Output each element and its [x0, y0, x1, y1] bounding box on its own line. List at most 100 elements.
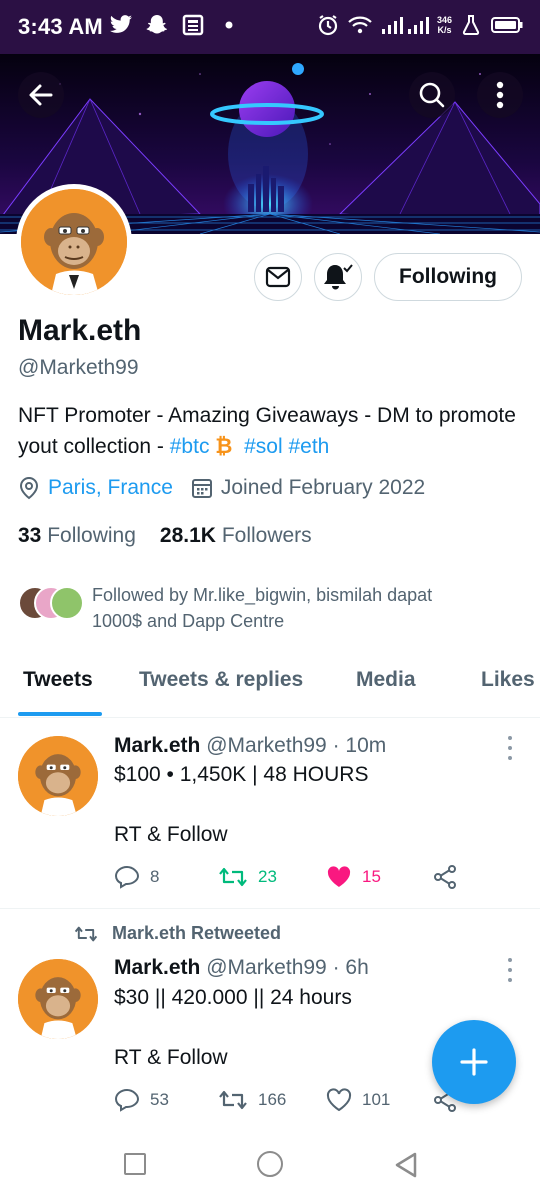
dot-icon [508, 978, 512, 982]
reply-icon [114, 1088, 140, 1112]
retweet-icon [74, 926, 98, 941]
tweet-text-line2: RT & Follow [114, 823, 228, 846]
profile-bio: NFT Promoter - Amazing Giveaways - DM to… [18, 400, 518, 462]
tweet[interactable]: Mark.eth @Marketh99 · 10m $100 • 1,450K … [0, 718, 540, 908]
reply-count: 8 [150, 867, 160, 886]
retweet-button[interactable]: 166 [218, 1089, 326, 1111]
followers-count: 28.1K [159, 524, 216, 547]
plus-icon [460, 1048, 488, 1076]
mail-icon [265, 266, 291, 288]
tab-tweets[interactable]: Tweets [23, 668, 93, 692]
profile-tabs: Tweets Tweets & replies Media Likes [0, 654, 540, 718]
ape-avatar-image [18, 736, 98, 816]
location-pin-icon [19, 476, 39, 500]
hashtag-eth[interactable]: #eth [288, 435, 329, 458]
tweet-more-button[interactable] [500, 958, 520, 982]
tweet-text-line2: RT & Follow [114, 1046, 228, 1069]
tab-media[interactable]: Media [356, 668, 416, 692]
compose-tweet-button[interactable] [432, 1020, 516, 1104]
recents-button[interactable] [124, 1153, 146, 1175]
followed-by-section[interactable]: Followed by Mr.like_bigwin, bismilah dap… [18, 582, 482, 634]
home-button[interactable] [257, 1151, 283, 1177]
signal-icon [379, 12, 431, 38]
tweet-author-handle[interactable]: @Marketh99 [206, 956, 327, 979]
status-time: 3:43 AM [18, 14, 103, 39]
retweet-icon [219, 867, 247, 887]
calendar-icon [191, 479, 212, 498]
profile-name: Mark.eth [18, 314, 142, 347]
speed-value: 346 [436, 15, 452, 25]
followed-by-avatars [18, 582, 86, 622]
dot-icon [508, 736, 512, 740]
reply-button[interactable]: 53 [114, 1088, 218, 1112]
joined-date: Joined February 2022 [220, 476, 426, 499]
follow-counts: 33 Following 28.1K Followers [18, 524, 312, 548]
like-button[interactable]: 101 [326, 1088, 432, 1112]
active-tab-indicator [18, 712, 102, 716]
share-icon [434, 865, 456, 889]
tweet-actions: 53 166 101 [114, 1087, 458, 1113]
retweet-button[interactable]: 23 [218, 866, 326, 888]
tweet-text-line1: $30 || 420.000 || 24 hours [114, 986, 352, 1009]
tweet-author-handle[interactable]: @Marketh99 [206, 734, 327, 757]
twitter-icon [108, 12, 134, 38]
profile-avatar[interactable] [16, 184, 132, 300]
location-link[interactable]: Paris, France [48, 476, 173, 500]
tweet-header: Mark.eth @Marketh99 · 6h [114, 956, 369, 980]
tweet-time: · 6h [332, 956, 369, 979]
reply-button[interactable]: 8 [114, 865, 218, 889]
like-count: 101 [362, 1090, 391, 1109]
system-nav-bar [0, 1126, 540, 1200]
mini-avatar [50, 586, 84, 620]
speed-unit: K/s [437, 25, 452, 35]
tweet-more-button[interactable] [500, 736, 520, 760]
hashtag-btc[interactable]: #btc [170, 435, 210, 458]
heart-outline-icon [326, 1088, 352, 1112]
tweet-author-name[interactable]: Mark.eth [114, 734, 200, 757]
network-speed: 346 K/s [437, 15, 452, 35]
retweet-count: 23 [258, 867, 277, 886]
search-icon [419, 82, 445, 108]
following-count: 33 [18, 524, 42, 547]
following-count-link[interactable]: 33 Following [18, 524, 136, 548]
tab-likes[interactable]: Likes [481, 668, 535, 692]
following-button[interactable]: Following [374, 253, 522, 301]
retweeted-indicator[interactable]: Mark.eth Retweeted [74, 923, 281, 944]
heart-filled-icon [327, 866, 351, 887]
tweet-avatar[interactable] [18, 959, 98, 1039]
retweet-count: 166 [258, 1090, 287, 1109]
more-options-button[interactable] [477, 72, 523, 118]
dot-icon [508, 746, 512, 750]
battery-icon [490, 12, 524, 38]
dot-icon [508, 756, 512, 760]
more-vertical-icon [496, 81, 504, 109]
news-icon [180, 12, 206, 38]
tweet-avatar[interactable] [18, 736, 98, 816]
alarm-icon [315, 12, 341, 38]
followers-label: Followers [221, 524, 312, 547]
lab-icon [458, 12, 484, 38]
message-button[interactable] [254, 253, 302, 301]
notifications-button[interactable] [314, 253, 362, 301]
followed-by-text: Followed by Mr.like_bigwin, bismilah dap… [92, 585, 433, 631]
tweet-time: · 10m [332, 734, 387, 757]
ape-avatar-image [21, 189, 127, 295]
profile-handle: @Marketh99 [18, 356, 139, 379]
hashtag-sol[interactable]: #sol [244, 435, 283, 458]
tweet-author-name[interactable]: Mark.eth [114, 956, 200, 979]
tweet-header: Mark.eth @Marketh99 · 10m [114, 734, 386, 758]
tweet-text-line1: $100 • 1,450K | 48 HOURS [114, 763, 369, 786]
following-label: Following [47, 524, 136, 547]
dot-icon [216, 12, 242, 38]
like-button[interactable]: 15 [326, 865, 432, 889]
back-button[interactable] [18, 72, 64, 118]
search-button[interactable] [409, 72, 455, 118]
share-button[interactable] [432, 864, 458, 890]
reply-count: 53 [150, 1090, 169, 1109]
tab-tweets-replies[interactable]: Tweets & replies [139, 668, 303, 692]
snapchat-icon [144, 12, 170, 38]
dot-icon [508, 968, 512, 972]
system-back-button[interactable] [394, 1151, 418, 1179]
followers-count-link[interactable]: 28.1K Followers [160, 524, 312, 548]
ape-avatar-image [18, 959, 98, 1039]
